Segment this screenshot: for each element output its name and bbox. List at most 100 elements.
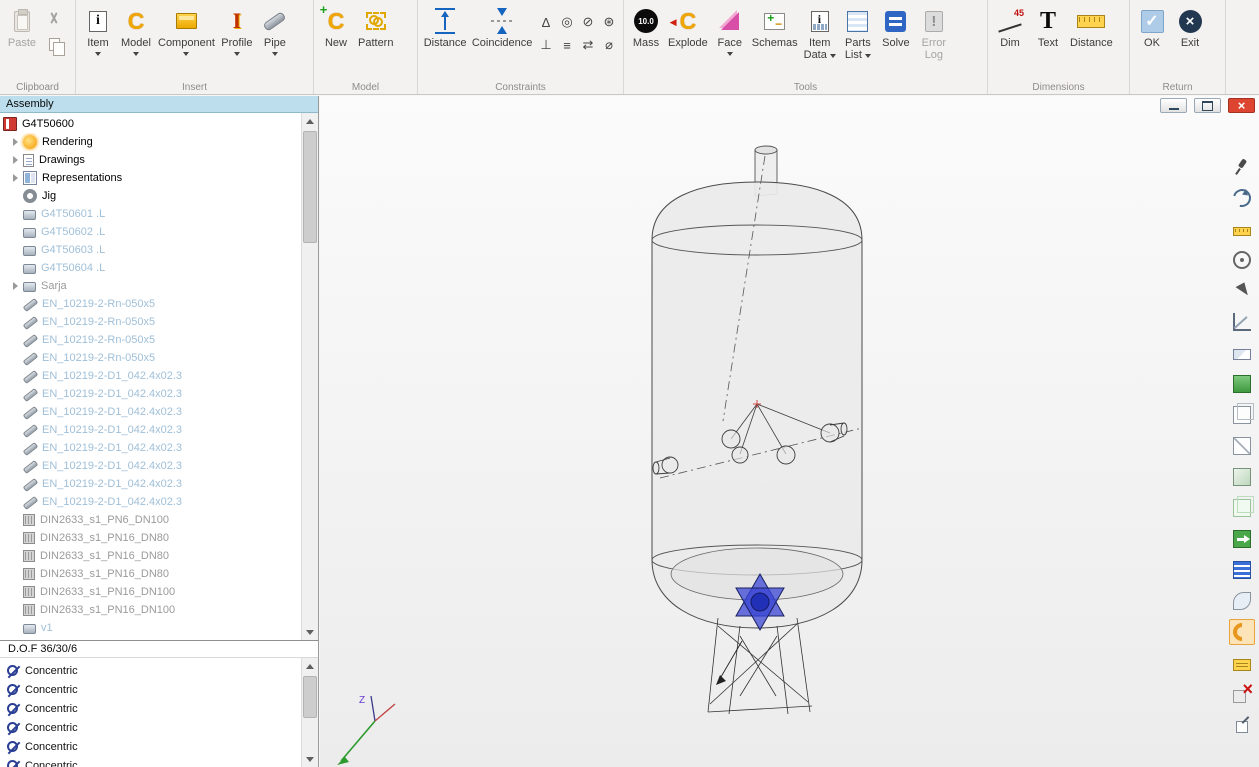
tree-item[interactable]: Representations (0, 169, 301, 187)
tree-item[interactable]: EN_10219-2-Rn-050x5 (0, 349, 301, 367)
tree-item[interactable]: EN_10219-2-D1_042.4x02.3 (0, 493, 301, 511)
paste-button[interactable]: Paste (4, 3, 40, 75)
side-tool-button[interactable] (1229, 371, 1255, 397)
side-tool-button[interactable] (1229, 526, 1255, 552)
maximize-button[interactable] (1194, 98, 1221, 113)
symmetry-constraint-button[interactable]: ⊛ (599, 11, 619, 33)
concentric-constraint-button[interactable]: ◎ (557, 11, 577, 33)
tree-item[interactable]: EN_10219-2-D1_042.4x02.3 (0, 457, 301, 475)
expand-arrow-icon[interactable] (8, 174, 23, 182)
exit-button[interactable]: Exit (1172, 3, 1208, 75)
side-tool-button[interactable] (1229, 185, 1255, 211)
side-tool-button[interactable] (1229, 402, 1255, 428)
scroll-up-arrow[interactable] (302, 113, 318, 129)
side-tool-button[interactable] (1229, 278, 1255, 304)
solve-button[interactable]: Solve (878, 3, 914, 75)
tree-item[interactable]: G4T50603 .L (0, 241, 301, 259)
schemas-button[interactable]: Schemas (750, 3, 800, 75)
new-button[interactable]: New (318, 3, 354, 75)
tree-item[interactable]: G4T50601 .L (0, 205, 301, 223)
tree-item[interactable]: EN_10219-2-D1_042.4x02.3 (0, 385, 301, 403)
tree-scrollbar[interactable] (301, 113, 318, 640)
cut-button[interactable] (42, 7, 66, 29)
direction-constraint-button[interactable]: ⇄ (578, 34, 598, 56)
side-tool-button[interactable] (1229, 650, 1255, 676)
side-tool-button[interactable] (1229, 681, 1255, 707)
pipe-button[interactable]: Pipe (257, 3, 293, 75)
tree-item[interactable]: EN_10219-2-Rn-050x5 (0, 331, 301, 349)
pattern-button[interactable]: Pattern (356, 3, 395, 75)
error-log-button[interactable]: Error Log (916, 3, 952, 75)
tree-item[interactable]: EN_10219-2-Rn-050x5 (0, 313, 301, 331)
side-tool-button[interactable] (1229, 495, 1255, 521)
mass-button[interactable]: 10.0 Mass (628, 3, 664, 75)
viewport-3d[interactable]: Z (320, 96, 1259, 767)
constraint-list-item[interactable]: Concentric (0, 718, 301, 737)
tree-item[interactable]: EN_10219-2-D1_042.4x02.3 (0, 403, 301, 421)
angle-constraint-button[interactable]: Δ (536, 11, 556, 33)
copy-button[interactable] (42, 33, 66, 55)
distance-dimension-button[interactable]: Distance (1068, 3, 1115, 75)
tangent-constraint-button[interactable]: ⊘ (578, 11, 598, 33)
tree-item[interactable]: v1 (0, 619, 301, 637)
tree-item[interactable]: G4T50602 .L (0, 223, 301, 241)
model-button[interactable]: Model (118, 3, 154, 75)
explode-button[interactable]: Explode (666, 3, 710, 75)
tree-item[interactable]: DIN2633_s1_PN16_DN80 (0, 547, 301, 565)
constraint-list-item[interactable]: Concentric (0, 737, 301, 756)
tree-item[interactable]: EN_10219-2-D1_042.4x02.3 (0, 367, 301, 385)
parts-list-button[interactable]: Parts List (840, 3, 876, 75)
constraint-list-item[interactable]: Concentric (0, 699, 301, 718)
profile-button[interactable]: Profile (219, 3, 255, 75)
parallel-constraint-button[interactable]: ≡ (557, 34, 577, 56)
tree-item[interactable]: Jig (0, 187, 301, 205)
text-button[interactable]: Text (1030, 3, 1066, 75)
side-tool-button[interactable] (1229, 464, 1255, 490)
coincidence-button[interactable]: Coincidence (470, 3, 534, 75)
close-button[interactable] (1228, 98, 1255, 113)
side-tool-button[interactable] (1229, 340, 1255, 366)
tree-item[interactable]: DIN2633_s1_PN16_DN100 (0, 601, 301, 619)
scroll-down-arrow[interactable] (302, 751, 318, 767)
tree-item[interactable]: EN_10219-2-Rn-050x5 (0, 295, 301, 313)
dof-scrollbar[interactable] (301, 658, 318, 767)
side-tool-button[interactable] (1229, 247, 1255, 273)
tree-item[interactable]: G4T50600 (0, 115, 301, 133)
expand-arrow-icon[interactable] (8, 156, 23, 164)
ok-button[interactable]: OK (1134, 3, 1170, 75)
side-tool-button[interactable] (1229, 216, 1255, 242)
constraint-list-item[interactable]: Concentric (0, 680, 301, 699)
tree-item[interactable]: DIN2633_s1_PN16_DN80 (0, 565, 301, 583)
constraint-list-item[interactable]: Concentric (0, 661, 301, 680)
side-tool-button[interactable] (1229, 712, 1255, 738)
dim-button[interactable]: 45 Dim (992, 3, 1028, 75)
item-data-button[interactable]: Item Data (802, 3, 838, 75)
side-tool-button[interactable] (1229, 154, 1255, 180)
scroll-up-arrow[interactable] (302, 658, 318, 674)
tree-item[interactable]: EN_10219-2-D1_042.4x02.3 (0, 421, 301, 439)
side-tool-button[interactable] (1229, 619, 1255, 645)
component-button[interactable]: Component (156, 3, 217, 75)
item-button[interactable]: Item (80, 3, 116, 75)
side-tool-button[interactable] (1229, 309, 1255, 335)
tree-item[interactable]: DIN2633_s1_PN16_DN100 (0, 583, 301, 601)
minimize-button[interactable] (1160, 98, 1187, 113)
tree-item[interactable]: G4T50604 .L (0, 259, 301, 277)
tree-item[interactable]: Drawings (0, 151, 301, 169)
distance-constraint-button[interactable]: Distance (422, 3, 468, 75)
face-button[interactable]: Face (712, 3, 748, 75)
pressure-vessel-model[interactable] (590, 136, 920, 736)
diameter-constraint-button[interactable]: ⌀ (599, 34, 619, 56)
perpendicular-constraint-button[interactable]: ⊥ (536, 34, 556, 56)
side-tool-button[interactable] (1229, 433, 1255, 459)
dof-scrollbar-thumb[interactable] (303, 676, 317, 718)
expand-arrow-icon[interactable] (8, 282, 23, 290)
tree-item[interactable]: DIN2633_s1_PN6_DN100 (0, 511, 301, 529)
expand-arrow-icon[interactable] (8, 138, 23, 146)
scroll-down-arrow[interactable] (302, 624, 318, 640)
tree-scrollbar-thumb[interactable] (303, 131, 317, 243)
tree-item[interactable]: Sarja (0, 277, 301, 295)
side-tool-button[interactable] (1229, 557, 1255, 583)
side-tool-button[interactable] (1229, 588, 1255, 614)
tree-item[interactable]: DIN2633_s1_PN16_DN80 (0, 529, 301, 547)
